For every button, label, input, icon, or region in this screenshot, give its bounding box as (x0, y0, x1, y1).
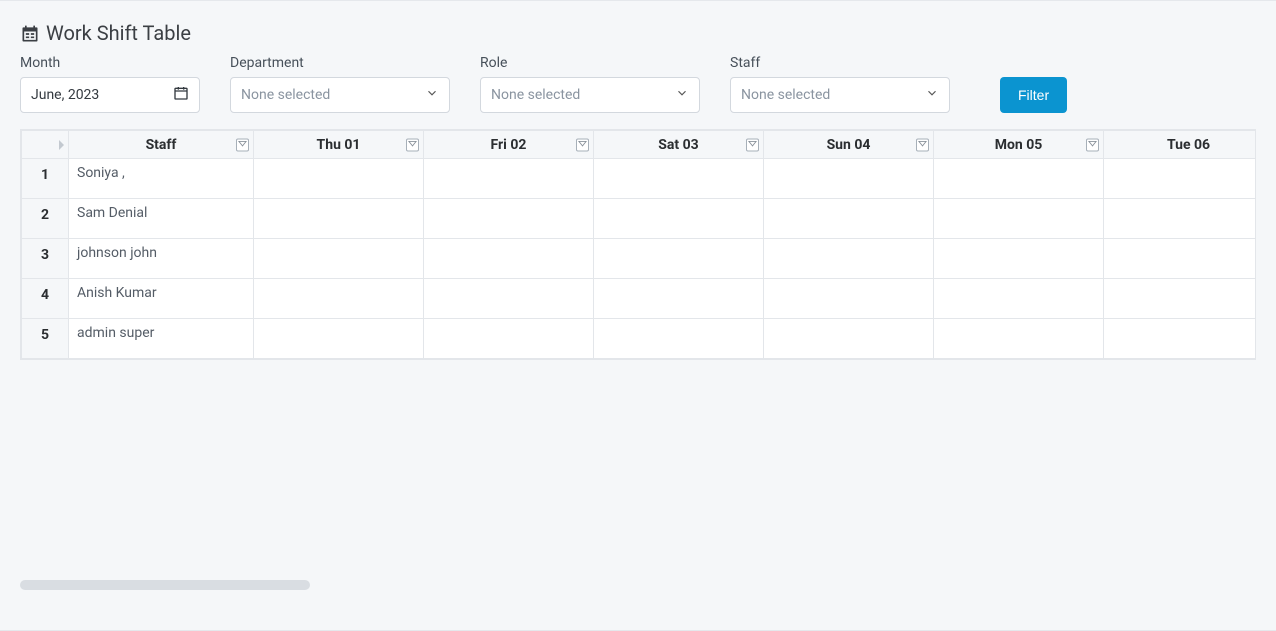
col-header-label: Tue 06 (1167, 137, 1210, 153)
shift-cell[interactable] (934, 279, 1104, 319)
row-number: 5 (22, 319, 69, 359)
expand-icon[interactable] (59, 140, 64, 150)
department-select[interactable]: None selected (230, 77, 450, 113)
shift-cell[interactable] (594, 199, 764, 239)
col-header-staff[interactable]: Staff (69, 131, 254, 159)
shift-cell[interactable] (1104, 279, 1257, 319)
column-filter-icon[interactable] (236, 138, 249, 151)
col-header-label: Sun 04 (827, 137, 871, 153)
row-number: 1 (22, 159, 69, 199)
filter-bar: Month June, 2023 Department None selecte… (20, 55, 1256, 113)
table-row: 3 johnson john (22, 239, 1257, 279)
page-title: Work Shift Table (46, 21, 191, 45)
col-header-day[interactable]: Thu 01 (254, 131, 424, 159)
col-header-label: Staff (146, 137, 177, 153)
shift-cell[interactable] (594, 159, 764, 199)
staff-cell[interactable]: Soniya , (69, 159, 254, 199)
shift-cell[interactable] (594, 319, 764, 359)
shift-cell[interactable] (424, 319, 594, 359)
shift-cell[interactable] (764, 239, 934, 279)
shift-cell[interactable] (764, 159, 934, 199)
shift-cell[interactable] (424, 239, 594, 279)
column-filter-icon[interactable] (916, 138, 929, 151)
col-header-label: Fri 02 (491, 137, 527, 153)
col-header-label: Sat 03 (658, 137, 698, 153)
staff-select[interactable]: None selected (730, 77, 950, 113)
table-row: 4 Anish Kumar (22, 279, 1257, 319)
staff-cell[interactable]: Sam Denial (69, 199, 254, 239)
col-header-day[interactable]: Sat 03 (594, 131, 764, 159)
chevron-down-icon (675, 86, 689, 104)
table-row: 1 Soniya , (22, 159, 1257, 199)
shift-cell[interactable] (1104, 319, 1257, 359)
row-number: 2 (22, 199, 69, 239)
table-row: 5 admin super (22, 319, 1257, 359)
col-header-day[interactable]: Fri 02 (424, 131, 594, 159)
horizontal-scrollbar[interactable] (20, 580, 310, 590)
shift-cell[interactable] (424, 279, 594, 319)
staff-label: Staff (730, 55, 950, 71)
shift-cell[interactable] (254, 199, 424, 239)
role-label: Role (480, 55, 700, 71)
table-header-row: Staff Thu 01 Fri 02 Sat 03 Sun 04 Mon 05… (22, 131, 1257, 159)
role-select[interactable]: None selected (480, 77, 700, 113)
shift-cell[interactable] (1104, 239, 1257, 279)
month-value: June, 2023 (31, 87, 99, 103)
month-input[interactable]: June, 2023 (20, 77, 200, 113)
page-title-row: Work Shift Table (20, 21, 1256, 45)
filter-button[interactable]: Filter (1000, 77, 1067, 113)
col-header-label: Mon 05 (995, 137, 1043, 153)
shift-cell[interactable] (934, 239, 1104, 279)
col-header-day[interactable]: Tue 06 (1104, 131, 1257, 159)
shift-cell[interactable] (764, 279, 934, 319)
shift-cell[interactable] (594, 239, 764, 279)
shift-table: Staff Thu 01 Fri 02 Sat 03 Sun 04 Mon 05… (21, 130, 1256, 359)
shift-cell[interactable] (254, 279, 424, 319)
column-filter-icon[interactable] (746, 138, 759, 151)
shift-cell[interactable] (594, 279, 764, 319)
table-row: 2 Sam Denial (22, 199, 1257, 239)
department-selected: None selected (241, 87, 330, 103)
staff-cell[interactable]: johnson john (69, 239, 254, 279)
shift-cell[interactable] (1104, 159, 1257, 199)
shift-cell[interactable] (254, 239, 424, 279)
row-number: 4 (22, 279, 69, 319)
staff-selected: None selected (741, 87, 830, 103)
shift-cell[interactable] (424, 199, 594, 239)
col-header-day[interactable]: Sun 04 (764, 131, 934, 159)
column-filter-icon[interactable] (406, 138, 419, 151)
role-selected: None selected (491, 87, 580, 103)
shift-cell[interactable] (934, 199, 1104, 239)
month-label: Month (20, 55, 200, 71)
department-label: Department (230, 55, 450, 71)
row-number: 3 (22, 239, 69, 279)
shift-cell[interactable] (764, 199, 934, 239)
shift-cell[interactable] (934, 159, 1104, 199)
calendar-icon (173, 85, 189, 105)
col-header-label: Thu 01 (317, 137, 361, 153)
shift-cell[interactable] (254, 319, 424, 359)
col-header-day[interactable]: Mon 05 (934, 131, 1104, 159)
column-filter-icon[interactable] (1086, 138, 1099, 151)
shift-cell[interactable] (934, 319, 1104, 359)
shift-cell[interactable] (1104, 199, 1257, 239)
table-corner (22, 131, 69, 159)
column-filter-icon[interactable] (576, 138, 589, 151)
chevron-down-icon (925, 86, 939, 104)
shift-cell[interactable] (764, 319, 934, 359)
page: Work Shift Table Month June, 2023 Depart… (0, 0, 1276, 631)
chevron-down-icon (425, 86, 439, 104)
staff-cell[interactable]: Anish Kumar (69, 279, 254, 319)
shift-table-container[interactable]: Staff Thu 01 Fri 02 Sat 03 Sun 04 Mon 05… (20, 129, 1256, 360)
shift-cell[interactable] (424, 159, 594, 199)
staff-cell[interactable]: admin super (69, 319, 254, 359)
shift-cell[interactable] (254, 159, 424, 199)
calendar-table-icon (20, 24, 40, 44)
